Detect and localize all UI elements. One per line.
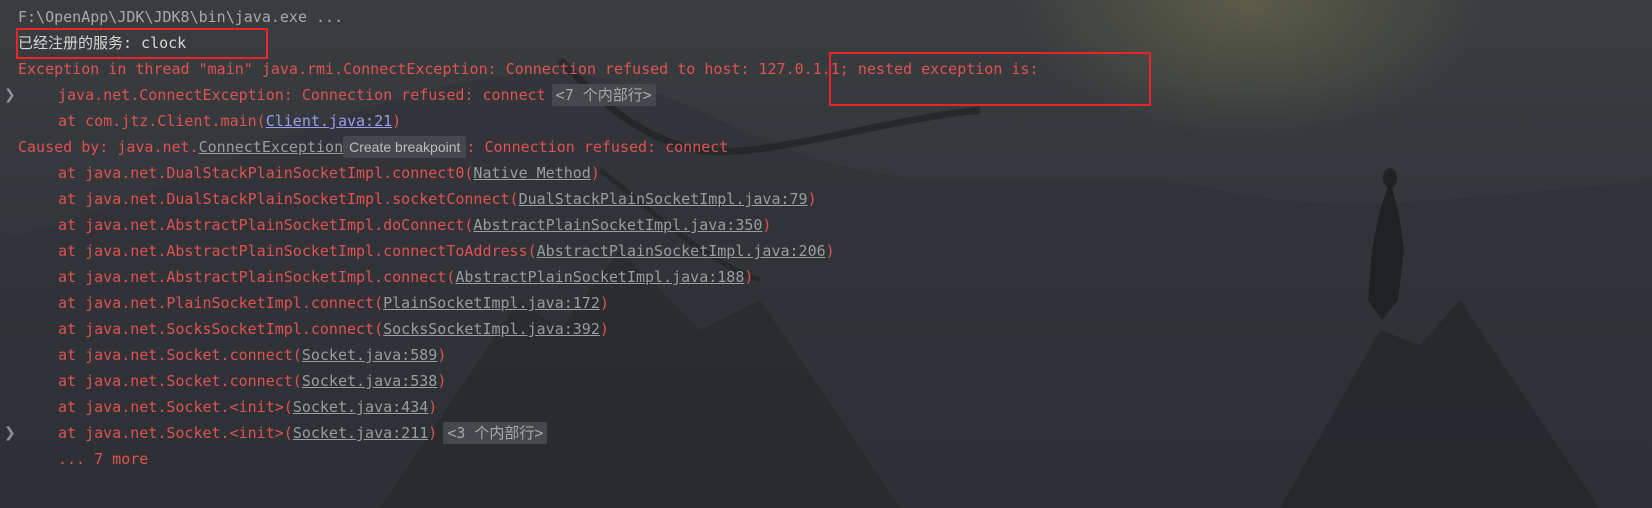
- frame-source-link[interactable]: Client.java:21: [266, 112, 392, 130]
- frame-suffix: ): [807, 190, 817, 208]
- frame-suffix: ): [437, 372, 447, 390]
- command-line: F:\OpenApp\JDK\JDK8\bin\java.exe ...: [18, 8, 344, 26]
- frame-prefix: at java.net.DualStackPlainSocketImpl.soc…: [58, 190, 519, 208]
- frame-suffix: ): [599, 320, 609, 338]
- frame-source-link[interactable]: Socket.java:434: [293, 398, 428, 416]
- stack-frame: at java.net.Socket.connect(Socket.java:5…: [58, 342, 446, 369]
- stack-frame: at java.net.SocksSocketImpl.connect(Sock…: [58, 316, 609, 343]
- frame-suffix: ): [825, 242, 835, 260]
- frame-prefix: at java.net.SocksSocketImpl.connect(: [58, 320, 384, 338]
- create-breakpoint-tooltip[interactable]: Create breakpoint: [343, 136, 467, 158]
- frame-prefix: at java.net.Socket.<init>(: [58, 398, 293, 416]
- caused-by-suffix: : Connection refused: connect: [466, 138, 729, 156]
- nested-exception-line: java.net.ConnectException: Connection re…: [58, 82, 656, 109]
- internal-frames-badge[interactable]: <3 个内部行>: [443, 422, 548, 444]
- stack-frame: at java.net.AbstractPlainSocketImpl.conn…: [58, 264, 753, 291]
- frame-source-link[interactable]: AbstractPlainSocketImpl.java:350: [473, 216, 762, 234]
- stack-frame: at java.net.AbstractPlainSocketImpl.doCo…: [58, 212, 771, 239]
- frame-source-link[interactable]: SocksSocketImpl.java:392: [383, 320, 600, 338]
- frame-prefix: at java.net.Socket.<init>(: [58, 424, 293, 442]
- chevron-right-icon[interactable]: ❯: [4, 420, 16, 447]
- frame-suffix: ): [428, 424, 438, 442]
- highlight-box-host: [829, 52, 1151, 106]
- stack-frame: at java.net.Socket.<init>(Socket.java:21…: [58, 420, 548, 447]
- internal-frames-badge[interactable]: <7 个内部行>: [551, 84, 656, 106]
- frame-suffix: ): [599, 294, 609, 312]
- frame-suffix: ): [392, 112, 402, 130]
- frame-prefix: at java.net.AbstractPlainSocketImpl.conn…: [58, 268, 456, 286]
- frame-prefix: at java.net.PlainSocketImpl.connect(: [58, 294, 384, 312]
- frame-suffix: ): [762, 216, 772, 234]
- chevron-right-icon[interactable]: ❯: [4, 82, 16, 109]
- console-output: F:\OpenApp\JDK\JDK8\bin\java.exe ... 已经注…: [0, 0, 1652, 508]
- frame-prefix: at java.net.AbstractPlainSocketImpl.doCo…: [58, 216, 474, 234]
- caused-by-prefix: Caused by: java.net.: [18, 138, 199, 156]
- stack-frame: at java.net.Socket.connect(Socket.java:5…: [58, 368, 446, 395]
- frame-prefix: at java.net.DualStackPlainSocketImpl.con…: [58, 164, 474, 182]
- frame-prefix: at com.jtz.Client.main(: [58, 112, 266, 130]
- frame-source-link[interactable]: Native Method: [473, 164, 590, 182]
- client-frame-line: at com.jtz.Client.main(Client.java:21): [58, 108, 401, 135]
- frame-prefix: at java.net.Socket.connect(: [58, 346, 302, 364]
- highlight-box-service: [16, 28, 268, 59]
- stack-frame: at java.net.Socket.<init>(Socket.java:43…: [58, 394, 437, 421]
- frame-prefix: at java.net.AbstractPlainSocketImpl.conn…: [58, 242, 537, 260]
- frame-prefix: at java.net.Socket.connect(: [58, 372, 302, 390]
- frame-source-link[interactable]: DualStackPlainSocketImpl.java:79: [519, 190, 808, 208]
- frame-source-link[interactable]: PlainSocketImpl.java:172: [383, 294, 600, 312]
- stack-frame: at java.net.AbstractPlainSocketImpl.conn…: [58, 238, 835, 265]
- frame-source-link[interactable]: Socket.java:589: [302, 346, 437, 364]
- frame-source-link[interactable]: Socket.java:211: [293, 424, 428, 442]
- caused-by-line: Caused by: java.net.ConnectException Crea…: [18, 134, 728, 161]
- stack-frame: at java.net.PlainSocketImpl.connect(Plai…: [58, 290, 609, 317]
- stack-frame: at java.net.DualStackPlainSocketImpl.soc…: [58, 186, 817, 213]
- frame-source-link[interactable]: AbstractPlainSocketImpl.java:206: [537, 242, 826, 260]
- nested-exception-text: java.net.ConnectException: Connection re…: [58, 86, 546, 104]
- more-frames-line: ... 7 more: [58, 450, 149, 468]
- exception-class-link[interactable]: ConnectException: [199, 138, 344, 156]
- frame-suffix: ): [437, 346, 447, 364]
- frame-suffix: ): [428, 398, 438, 416]
- stack-frame: at java.net.DualStackPlainSocketImpl.con…: [58, 160, 600, 187]
- frame-suffix: ): [590, 164, 600, 182]
- frame-suffix: ): [744, 268, 754, 286]
- frame-source-link[interactable]: Socket.java:538: [302, 372, 437, 390]
- frame-source-link[interactable]: AbstractPlainSocketImpl.java:188: [455, 268, 744, 286]
